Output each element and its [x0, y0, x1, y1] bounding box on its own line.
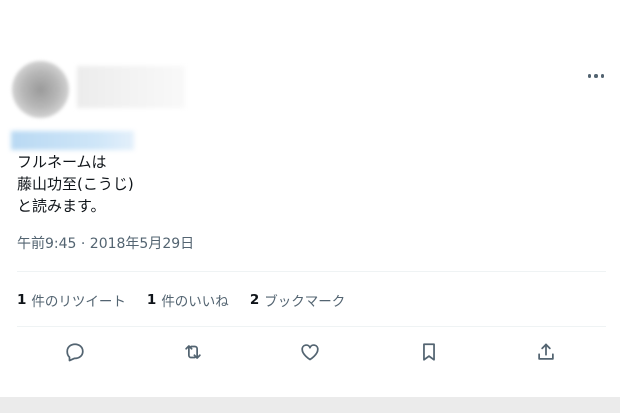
heart-icon[interactable] — [296, 338, 324, 366]
retweet-count: 1 — [17, 292, 27, 308]
user-name-redacted[interactable] — [77, 66, 185, 108]
tweet-timestamp[interactable]: 午前9:45 · 2018年5月29日 — [17, 233, 194, 253]
like-count-link[interactable]: 1 件のいいね — [147, 290, 229, 310]
reply-icon[interactable] — [61, 338, 89, 366]
share-icon[interactable] — [532, 338, 560, 366]
action-bar — [0, 338, 620, 366]
tweet-text: フルネームは 藤山功至(こうじ) と読みます。 — [17, 151, 134, 217]
engagement-stats: 1 件のリツイート 1 件のいいね 2 ブックマーク — [17, 290, 366, 310]
retweet-count-link[interactable]: 1 件のリツイート — [17, 290, 126, 310]
tweet-card: フルネームは 藤山功至(こうじ) と読みます。 午前9:45 · 2018年5月… — [0, 0, 620, 397]
replying-to-redacted[interactable] — [11, 131, 134, 150]
like-count: 1 — [146, 292, 157, 308]
more-horizontal-icon[interactable] — [584, 66, 608, 86]
like-count-label: 件のいいね — [161, 294, 229, 310]
divider — [17, 326, 606, 327]
bookmark-icon[interactable] — [415, 338, 443, 366]
avatar[interactable] — [12, 61, 69, 118]
tweet-text-line: と読みます。 — [17, 197, 106, 215]
tweet-text-line: フルネームは — [17, 153, 107, 171]
bookmark-count-label: ブックマーク — [264, 294, 346, 310]
retweet-count-label: 件のリツイート — [31, 294, 126, 310]
bookmark-count-link[interactable]: 2 ブックマーク — [250, 290, 345, 310]
retweet-icon[interactable] — [179, 338, 207, 366]
tweet-text-line: 藤山功至(こうじ) — [17, 175, 134, 193]
bookmark-count: 2 — [249, 292, 260, 308]
divider — [17, 271, 606, 272]
